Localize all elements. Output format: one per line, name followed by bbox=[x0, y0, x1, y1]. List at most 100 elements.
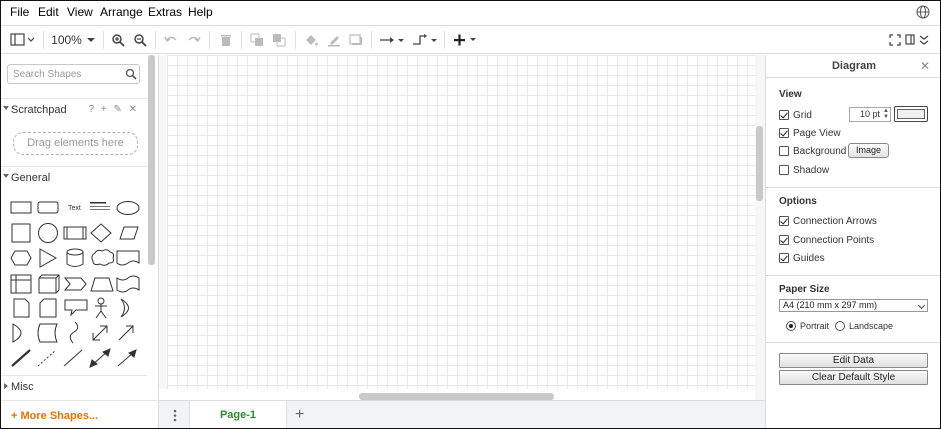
background-checkbox[interactable] bbox=[779, 146, 789, 156]
insert-button[interactable] bbox=[453, 31, 479, 49]
menu-view[interactable]: View bbox=[67, 5, 93, 19]
connection-arrows-checkbox[interactable] bbox=[779, 216, 789, 226]
shape-line[interactable] bbox=[63, 349, 83, 367]
grid-checkbox[interactable] bbox=[779, 110, 789, 120]
search-icon[interactable] bbox=[125, 68, 137, 80]
grid-checkbox-row[interactable]: Grid bbox=[779, 109, 812, 121]
shape-triangle[interactable] bbox=[39, 248, 58, 268]
shape-card[interactable] bbox=[39, 298, 57, 318]
shape-circle[interactable] bbox=[38, 223, 58, 243]
shape-cube[interactable] bbox=[38, 274, 60, 294]
menu-file[interactable]: File bbox=[10, 5, 29, 19]
fullscreen-button[interactable] bbox=[888, 31, 902, 49]
scratchpad-section-header[interactable]: Scratchpad ? + ✎ ✕ bbox=[1, 98, 147, 120]
portrait-radio-row[interactable]: Portrait bbox=[786, 320, 829, 332]
edit-data-button[interactable]: Edit Data bbox=[779, 353, 928, 368]
to-back-button[interactable] bbox=[271, 31, 287, 49]
grid-color-picker[interactable] bbox=[894, 106, 928, 122]
shape-arrow[interactable] bbox=[118, 325, 134, 341]
canvas-vertical-scrollbar[interactable] bbox=[756, 126, 763, 201]
shape-trapezoid[interactable] bbox=[90, 277, 114, 292]
background-image-button[interactable]: Image bbox=[848, 143, 889, 158]
menu-edit[interactable]: Edit bbox=[38, 5, 59, 19]
more-shapes-link[interactable]: + More Shapes... bbox=[11, 410, 98, 422]
connection-style-button[interactable] bbox=[379, 31, 405, 49]
shape-ellipse[interactable] bbox=[116, 201, 140, 215]
scratchpad-actions[interactable]: ? + ✎ ✕ bbox=[89, 104, 140, 115]
shape-rectangle[interactable] bbox=[10, 201, 32, 214]
misc-section-header[interactable]: Misc bbox=[1, 375, 147, 397]
general-section-header[interactable]: General bbox=[1, 166, 147, 188]
page-view-checkbox-row[interactable]: Page View bbox=[779, 127, 841, 139]
clear-default-style-button[interactable]: Clear Default Style bbox=[779, 370, 928, 385]
panels-toggle-button[interactable] bbox=[9, 31, 37, 49]
page-tab-page-1[interactable]: Page-1 bbox=[189, 401, 287, 428]
guides-row[interactable]: Guides bbox=[779, 252, 825, 264]
landscape-radio-row[interactable]: Landscape bbox=[835, 320, 893, 332]
add-page-button[interactable]: + bbox=[295, 406, 304, 424]
to-front-button[interactable] bbox=[249, 31, 265, 49]
shape-diamond[interactable] bbox=[90, 223, 112, 243]
shape-hexagon[interactable] bbox=[10, 250, 32, 266]
shape-cloud[interactable] bbox=[91, 249, 115, 266]
shape-text-label[interactable]: Text bbox=[68, 205, 81, 212]
shape-data-storage[interactable] bbox=[37, 323, 58, 343]
shape-heading-text[interactable] bbox=[90, 202, 110, 210]
shape-bidirectional-arrow[interactable] bbox=[92, 325, 108, 341]
shape-square[interactable] bbox=[11, 223, 31, 243]
connection-arrows-row[interactable]: Connection Arrows bbox=[779, 215, 877, 227]
shadow-button[interactable] bbox=[348, 31, 364, 49]
connection-points-row[interactable]: Connection Points bbox=[779, 234, 874, 246]
menu-arrange[interactable]: Arrange bbox=[100, 5, 143, 19]
shadow-checkbox-row[interactable]: Shadow bbox=[779, 164, 829, 176]
shape-directional-connector[interactable] bbox=[117, 349, 137, 367]
shape-bidirectional-connector[interactable] bbox=[89, 348, 111, 368]
fill-color-button[interactable] bbox=[303, 31, 319, 49]
shape-dashed-line[interactable] bbox=[37, 349, 57, 367]
shape-document[interactable] bbox=[116, 250, 140, 266]
zoom-in-button[interactable] bbox=[110, 31, 126, 49]
shape-thick-line[interactable] bbox=[11, 349, 31, 367]
scratchpad-dropzone[interactable]: Drag elements here bbox=[13, 132, 138, 155]
redo-button[interactable] bbox=[186, 31, 202, 49]
page-view-checkbox[interactable] bbox=[779, 128, 789, 138]
shape-cylinder[interactable] bbox=[66, 248, 84, 267]
language-globe-icon[interactable] bbox=[916, 5, 930, 19]
sidebar-scrollbar[interactable] bbox=[148, 55, 155, 265]
shape-internal-storage[interactable] bbox=[10, 274, 32, 294]
undo-button[interactable] bbox=[163, 31, 179, 49]
background-checkbox-row[interactable]: Background bbox=[779, 145, 846, 157]
shape-tape[interactable] bbox=[116, 275, 140, 293]
guides-checkbox[interactable] bbox=[779, 253, 789, 263]
canvas-horizontal-scrollbar[interactable] bbox=[359, 393, 554, 400]
shape-rounded-rectangle[interactable] bbox=[37, 201, 59, 214]
grid-size-stepper[interactable]: ▲ ▼ bbox=[882, 108, 890, 121]
landscape-radio[interactable] bbox=[835, 321, 845, 331]
diagram-canvas[interactable] bbox=[167, 55, 755, 389]
collapse-toolbar-button[interactable] bbox=[918, 31, 930, 49]
shape-actor[interactable] bbox=[95, 297, 107, 319]
search-shapes-input[interactable]: Search Shapes bbox=[7, 64, 140, 84]
shape-process[interactable] bbox=[63, 226, 87, 240]
shape-callout[interactable] bbox=[64, 299, 88, 317]
close-icon[interactable]: ✕ bbox=[920, 59, 930, 73]
waypoints-button[interactable] bbox=[412, 31, 438, 49]
shape-parallelogram[interactable] bbox=[119, 226, 139, 240]
shape-and[interactable] bbox=[12, 323, 22, 343]
shape-note[interactable] bbox=[13, 298, 30, 318]
line-color-button[interactable] bbox=[326, 31, 342, 49]
shape-step[interactable] bbox=[63, 277, 87, 291]
shadow-checkbox[interactable] bbox=[779, 165, 789, 175]
page-menu-icon[interactable] bbox=[173, 409, 177, 422]
format-panel-toggle-button[interactable] bbox=[904, 31, 916, 49]
shape-or[interactable] bbox=[120, 298, 129, 318]
zoom-dropdown[interactable]: 100% bbox=[51, 31, 96, 49]
portrait-radio[interactable] bbox=[786, 321, 796, 331]
delete-button[interactable] bbox=[218, 31, 234, 49]
menu-help[interactable]: Help bbox=[188, 5, 213, 19]
shape-curve[interactable] bbox=[69, 321, 79, 344]
paper-size-select[interactable]: A4 (210 mm x 297 mm) bbox=[779, 299, 928, 312]
zoom-out-button[interactable] bbox=[132, 31, 148, 49]
connection-points-checkbox[interactable] bbox=[779, 235, 789, 245]
menu-extras[interactable]: Extras bbox=[148, 5, 182, 19]
